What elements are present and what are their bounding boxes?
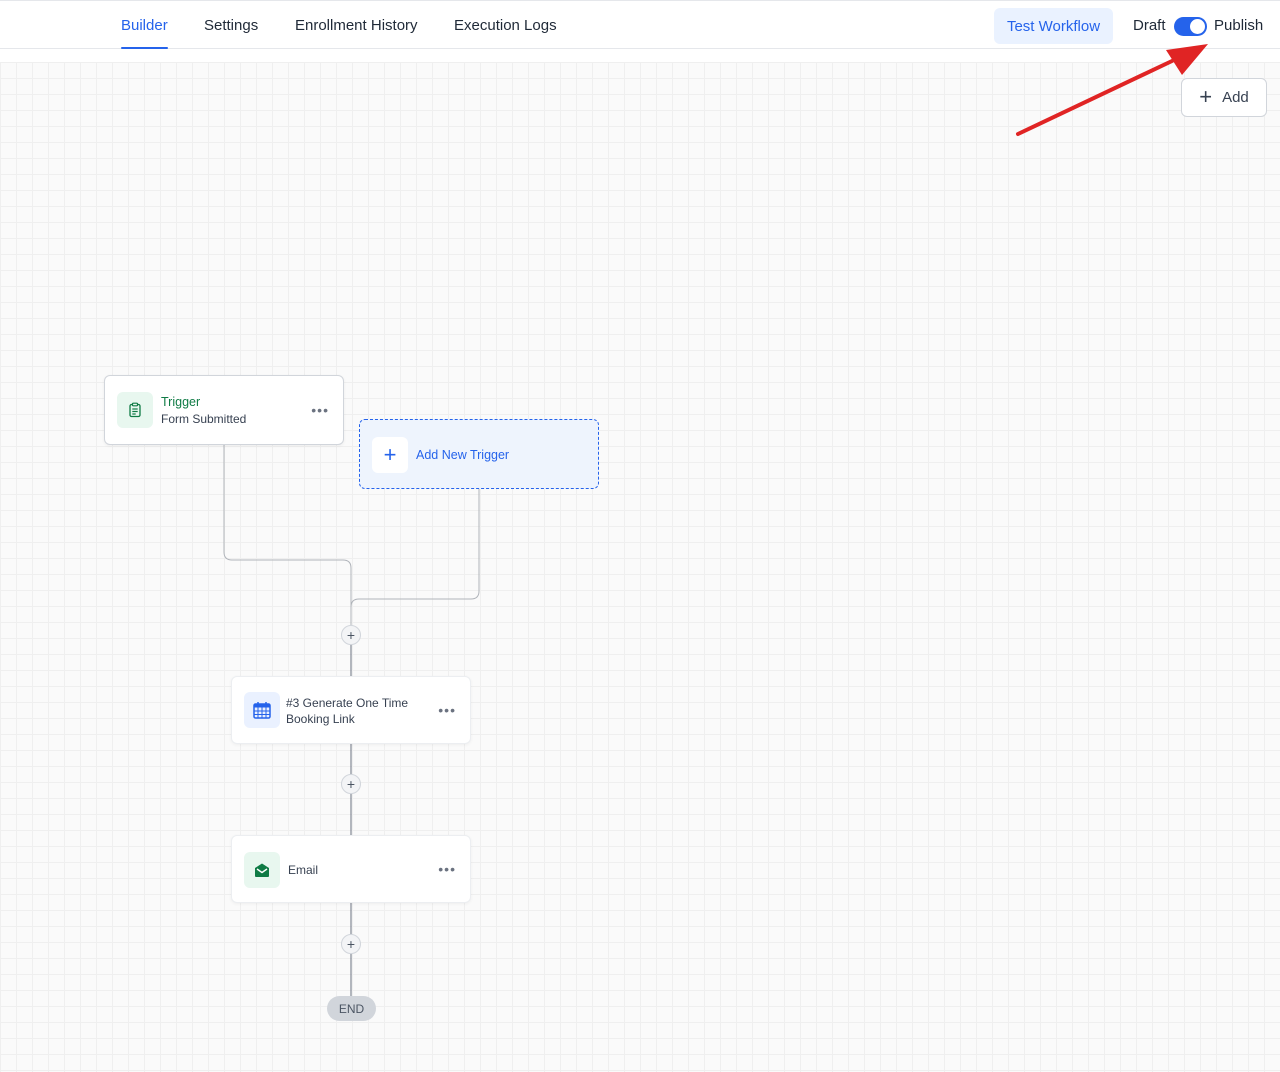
tab-enrollment-history-label: Enrollment History bbox=[295, 16, 418, 34]
add-new-trigger-label: Add New Trigger bbox=[416, 448, 510, 462]
more-options-icon[interactable]: ••• bbox=[311, 402, 329, 418]
envelope-icon bbox=[244, 852, 280, 888]
workflow-canvas[interactable] bbox=[0, 62, 1280, 1072]
tab-builder-label: Builder bbox=[121, 16, 168, 34]
add-new-trigger-button[interactable]: + Add New Trigger bbox=[359, 419, 599, 489]
action-node-email[interactable]: Email ••• bbox=[231, 835, 471, 903]
add-step-button[interactable]: + bbox=[341, 774, 361, 794]
add-button-label: Add bbox=[1222, 89, 1249, 106]
publish-toggle[interactable] bbox=[1174, 17, 1207, 36]
tab-execution-logs[interactable]: Execution Logs bbox=[454, 1, 557, 49]
tab-settings[interactable]: Settings bbox=[204, 1, 258, 49]
draft-label: Draft bbox=[1133, 17, 1166, 34]
plus-icon: + bbox=[372, 437, 408, 473]
calendar-icon bbox=[244, 692, 280, 728]
top-navigation-bar: Builder Settings Enrollment History Exec… bbox=[0, 0, 1280, 49]
trigger-node[interactable]: Trigger Form Submitted ••• bbox=[104, 375, 344, 445]
add-step-button[interactable]: + bbox=[341, 625, 361, 645]
test-workflow-button[interactable]: Test Workflow bbox=[994, 8, 1113, 44]
add-button[interactable]: + Add bbox=[1181, 78, 1267, 117]
tab-builder[interactable]: Builder bbox=[121, 1, 168, 49]
more-options-icon[interactable]: ••• bbox=[438, 861, 456, 877]
tab-execution-logs-label: Execution Logs bbox=[454, 16, 557, 34]
publish-label: Publish bbox=[1214, 17, 1264, 34]
action-title: #3 Generate One Time Booking Link bbox=[286, 696, 409, 726]
tab-enrollment-history[interactable]: Enrollment History bbox=[295, 1, 418, 49]
tab-settings-label: Settings bbox=[204, 16, 259, 34]
clipboard-icon bbox=[117, 392, 153, 428]
toggle-knob bbox=[1190, 19, 1205, 34]
trigger-title: Trigger bbox=[161, 395, 201, 409]
add-step-button[interactable]: + bbox=[341, 934, 361, 954]
trigger-subtitle: Form Submitted bbox=[161, 412, 247, 426]
more-options-icon[interactable]: ••• bbox=[438, 702, 456, 718]
action-title: Email bbox=[288, 863, 319, 877]
action-node-booking-link[interactable]: #3 Generate One Time Booking Link ••• bbox=[231, 676, 471, 744]
plus-icon: + bbox=[1199, 83, 1213, 109]
end-node: END bbox=[327, 996, 376, 1021]
